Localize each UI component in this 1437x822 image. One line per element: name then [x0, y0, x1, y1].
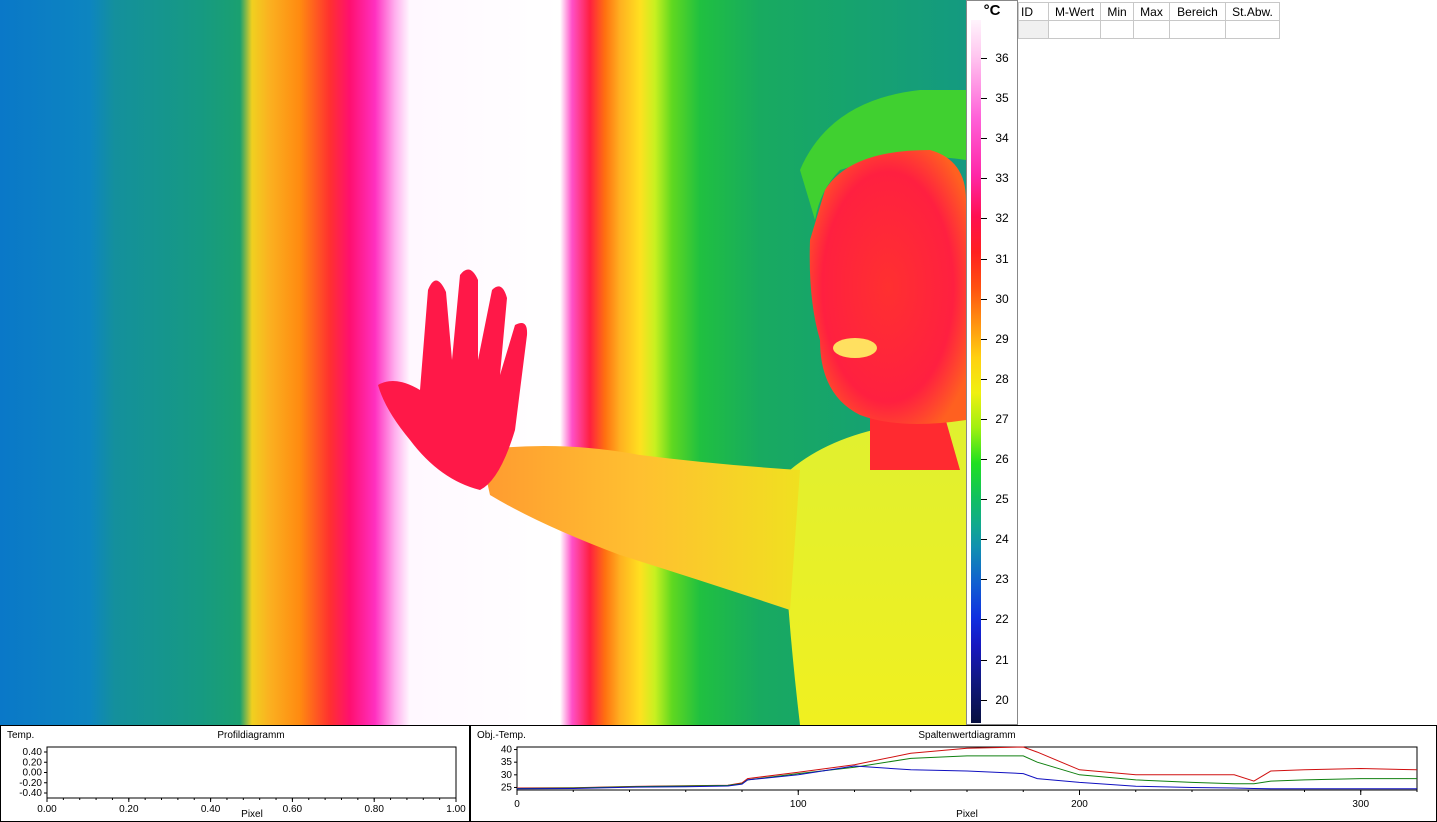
column-chart-xlabel: Pixel — [956, 809, 978, 820]
table-row[interactable] — [1018, 20, 1280, 39]
scale-tick-label: 24 — [995, 532, 1009, 547]
stats-cell-min[interactable] — [1100, 20, 1134, 39]
stats-header-row: ID M-Wert Min Max Bereich St.Abw. — [1018, 2, 1280, 21]
scale-tick-label: 22 — [995, 612, 1009, 627]
column-y-tick-label: 40 — [501, 745, 513, 756]
thermal-face — [809, 150, 966, 424]
scale-tick-label: 27 — [995, 411, 1009, 426]
column-y-tick-label: 30 — [501, 770, 513, 781]
stats-header-id[interactable]: ID — [1018, 2, 1049, 21]
column-plot-area — [516, 746, 1418, 791]
scale-tick-label: 26 — [995, 452, 1009, 466]
thermal-overlay — [378, 90, 966, 725]
profile-plot-area — [46, 746, 457, 799]
scale-tick-label: 21 — [995, 652, 1009, 667]
column-x-tick-label: 200 — [1071, 799, 1088, 810]
thermal-arm — [480, 446, 800, 610]
stats-cell-id[interactable] — [1018, 20, 1049, 39]
stats-header-stddev[interactable]: St.Abw. — [1225, 2, 1280, 21]
scale-tick-label: 25 — [995, 492, 1009, 507]
scale-tick-label: 30 — [995, 291, 1009, 306]
column-x-tick-label: 300 — [1352, 799, 1369, 810]
column-y-tick-label: 35 — [501, 757, 513, 768]
profile-y-tick-label: -0.40 — [19, 788, 42, 799]
scale-unit-label: °C — [983, 2, 1001, 19]
column-x-tick-label: 0 — [514, 799, 520, 810]
profile-chart-xlabel: Pixel — [241, 809, 263, 820]
profile-chart-plot[interactable]: 0.400.200.00-0.20-0.400.00 0.20 0.40 0.60 0.… — [1, 726, 471, 822]
scale-tick-label: 28 — [995, 371, 1009, 386]
measurement-stats-table: ID M-Wert Min Max Bereich St.Abw. — [1018, 2, 1280, 39]
scale-tick-label: 33 — [995, 171, 1009, 186]
stats-cell-stddev[interactable] — [1225, 20, 1280, 39]
column-x-tick-label: 100 — [790, 799, 807, 810]
scale-tick-label: 36 — [995, 51, 1009, 65]
scale-tick-label: 34 — [995, 131, 1009, 146]
stats-header-mean[interactable]: M-Wert — [1048, 2, 1101, 21]
stats-header-min[interactable]: Min — [1100, 2, 1134, 21]
scale-tick-label: 20 — [995, 692, 1009, 707]
scale-tick-label: 23 — [995, 572, 1009, 587]
column-chart-panel[interactable]: Obj.-Temp. Spaltenwertdiagramm 40 35 30 25 0… — [470, 725, 1437, 822]
color-scale[interactable]: °C 36 35 34 33 32 31 30 29 28 27 26 25 24 23 22 21 20 — [966, 0, 1018, 725]
scale-tick-label: 29 — [995, 331, 1009, 346]
thermal-hand — [378, 269, 528, 490]
profile-x-tick-label: 0.20 — [119, 804, 139, 815]
stats-cell-mean[interactable] — [1048, 20, 1101, 39]
column-y-tick-label: 25 — [501, 782, 513, 793]
stats-header-max[interactable]: Max — [1133, 2, 1170, 21]
profile-chart-panel[interactable]: Temp. Profildiagramm 0.40 0.20 0.00 -0.20 -0… — [0, 725, 470, 822]
scale-tick-label: 35 — [995, 91, 1009, 106]
stats-cell-max[interactable] — [1133, 20, 1170, 39]
scale-tick-label: 32 — [995, 211, 1009, 226]
scale-gradient-bar — [971, 20, 981, 723]
profile-x-tick-label: 1.00 — [446, 804, 466, 815]
scale-tick-label: 31 — [995, 251, 1009, 266]
column-chart-plot[interactable]: 4035 30250 100 200 300 — [471, 726, 1437, 822]
profile-x-tick-label: 0.00 — [37, 804, 57, 815]
stats-header-range[interactable]: Bereich — [1169, 2, 1226, 21]
profile-x-tick-label: 0.80 — [364, 804, 384, 815]
thermal-mouth — [833, 338, 877, 358]
stats-cell-range[interactable] — [1169, 20, 1226, 39]
thermal-image[interactable] — [0, 0, 966, 725]
